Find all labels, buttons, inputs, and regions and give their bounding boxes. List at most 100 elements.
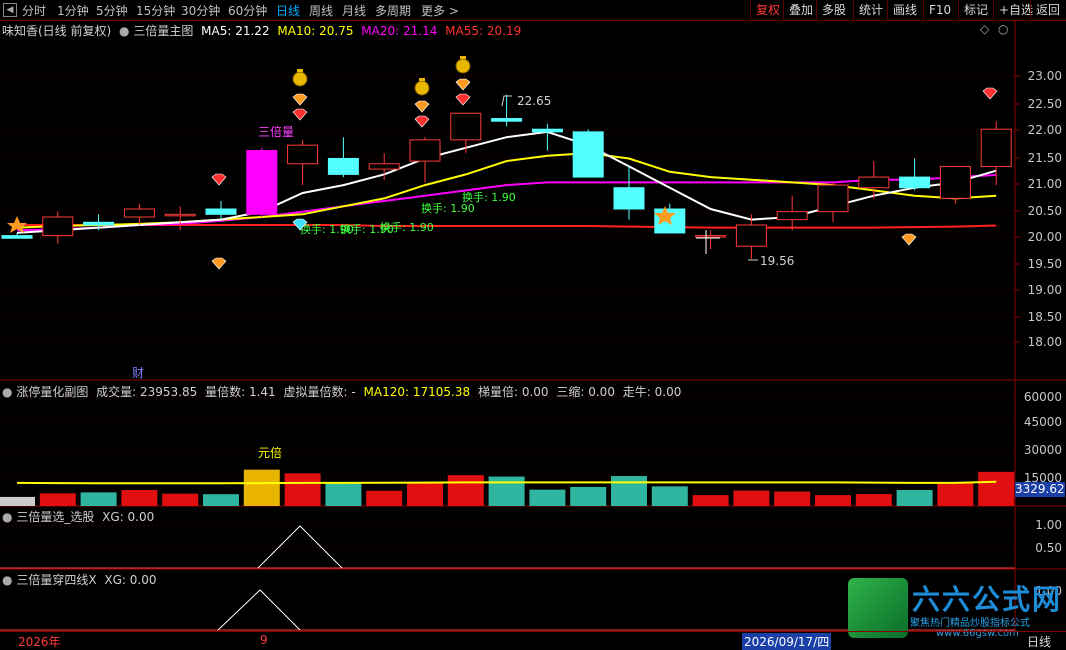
xg1-axis-1: 1.00 bbox=[1035, 518, 1062, 532]
volume-bar bbox=[488, 476, 525, 506]
volume-bar bbox=[937, 482, 974, 506]
price-tick-label: 23.00 bbox=[1027, 69, 1062, 83]
candle-body bbox=[613, 187, 645, 210]
candle-body bbox=[491, 118, 523, 122]
volume-bar bbox=[447, 475, 484, 506]
volume-tick-label: 60000 bbox=[1023, 390, 1062, 404]
price-tick-label: 22.00 bbox=[1027, 123, 1062, 137]
money-bag-icon bbox=[455, 58, 471, 74]
sanbei-label: 三倍量 bbox=[258, 124, 294, 139]
ladder-value: 梯量倍: 0.00 bbox=[477, 385, 549, 399]
volume-bar bbox=[325, 483, 362, 506]
ma55-line bbox=[17, 224, 997, 229]
volume-bar bbox=[815, 495, 851, 506]
gem-icon bbox=[292, 93, 308, 106]
candle-body bbox=[327, 157, 359, 175]
panel-collapse-icon[interactable]: ● bbox=[2, 385, 12, 399]
gem-icon bbox=[211, 257, 227, 270]
gem-icon bbox=[211, 173, 227, 186]
volume-bar bbox=[284, 473, 321, 506]
volume-bar bbox=[80, 492, 117, 506]
cursor-date: 2026/09/17/四 bbox=[742, 633, 832, 650]
volume-bar bbox=[366, 490, 403, 506]
candle-body bbox=[205, 208, 237, 215]
price-tick-label: 20.50 bbox=[1027, 204, 1062, 218]
candle-body bbox=[858, 176, 890, 189]
xg2-title[interactable]: 三倍量穿四线X bbox=[16, 573, 96, 587]
gem-icon bbox=[455, 78, 471, 91]
candle-body bbox=[980, 128, 1012, 167]
time-axis: 2026年 9 2026/09/17/四 日线 bbox=[0, 631, 1066, 650]
xg2-panel-header: ● 三倍量穿四线X XG: 0.00 bbox=[2, 571, 156, 588]
gem-icon bbox=[292, 108, 308, 121]
volume-bar bbox=[121, 490, 158, 506]
ma120-value: MA120: 17105.38 bbox=[363, 385, 471, 399]
candle-body bbox=[572, 131, 604, 178]
low-price-label: 19.56 bbox=[760, 254, 794, 268]
price-tick-label: 20.00 bbox=[1027, 230, 1062, 244]
vol-indicator-name[interactable]: 涨停量化副图 bbox=[16, 385, 88, 399]
volume-bar bbox=[529, 489, 566, 506]
volume-bar bbox=[774, 491, 811, 506]
candlestick-chart[interactable]: 22.6519.56三倍量换手: 1.90换手: 1.90换手: 1.90换手:… bbox=[0, 0, 1066, 649]
volume-bar bbox=[39, 493, 76, 506]
price-tick-label: 18.00 bbox=[1027, 335, 1062, 349]
candle-body bbox=[123, 208, 155, 218]
candle-body bbox=[450, 112, 482, 141]
year-label: 2026年 bbox=[18, 635, 61, 649]
high-price-label: 22.65 bbox=[517, 94, 551, 108]
candle-body bbox=[1, 235, 33, 239]
volume-cursor-badge: 3329.62 bbox=[1015, 482, 1065, 497]
month-label: 9 bbox=[260, 633, 268, 647]
shrink-value: 三缩: 0.00 bbox=[556, 385, 615, 399]
watermark-slogan: 聚焦热门精品炒股指标公式 bbox=[910, 618, 1030, 629]
candle-body bbox=[164, 213, 196, 217]
gem-icon bbox=[982, 87, 998, 100]
money-bag-icon bbox=[292, 71, 308, 87]
money-bag-icon bbox=[297, 69, 303, 72]
period-label[interactable]: 日线 bbox=[1027, 633, 1051, 650]
volume-bar bbox=[162, 493, 199, 506]
panel-collapse-icon[interactable]: ● bbox=[2, 510, 12, 524]
candle-body bbox=[939, 165, 971, 199]
vol-ma120-line bbox=[16, 480, 997, 485]
xg1-signal-peak bbox=[257, 525, 343, 569]
panel-collapse-icon[interactable]: ● bbox=[2, 573, 12, 587]
volume-tick-label: 45000 bbox=[1023, 415, 1062, 429]
candle-body bbox=[368, 163, 400, 170]
candle-body bbox=[409, 139, 441, 162]
ratio-value: 量倍数: 1.41 bbox=[205, 385, 276, 399]
virtual-value: 虚拟量倍数: - bbox=[283, 385, 356, 399]
volume-bar bbox=[692, 495, 729, 506]
candle-body bbox=[83, 221, 115, 226]
volume-bar bbox=[978, 471, 1015, 506]
money-bag-icon bbox=[460, 56, 466, 59]
volume-tick-label: 30000 bbox=[1023, 443, 1062, 457]
price-tick-label: 22.50 bbox=[1027, 97, 1062, 111]
volume-value: 成交量: 23953.85 bbox=[96, 385, 198, 399]
finance-marker: 财 bbox=[132, 366, 144, 380]
volume-bar bbox=[0, 496, 35, 506]
volume-bar bbox=[407, 483, 443, 506]
candle-body bbox=[817, 184, 849, 213]
candle-body bbox=[695, 235, 727, 238]
gem-icon bbox=[414, 100, 430, 113]
money-bag-icon bbox=[414, 80, 430, 96]
candle-body bbox=[735, 224, 767, 247]
volume-panel-header: ● 涨停量化副图 成交量: 23953.85 量倍数: 1.41 虚拟量倍数: … bbox=[2, 383, 681, 400]
xg1-title[interactable]: 三倍量选_选股 bbox=[16, 510, 94, 524]
price-tick-label: 19.00 bbox=[1027, 283, 1062, 297]
volume-bar bbox=[203, 494, 239, 506]
price-tick-label: 18.50 bbox=[1027, 310, 1062, 324]
yuanbei-label: 元倍 bbox=[258, 445, 282, 460]
volume-bar bbox=[896, 490, 933, 506]
price-tick-label: 21.00 bbox=[1027, 177, 1062, 191]
candle-body bbox=[246, 149, 278, 215]
candle-body bbox=[42, 216, 74, 237]
volume-bar bbox=[855, 494, 892, 506]
money-bag-icon bbox=[419, 78, 425, 81]
xg2-signal-peak bbox=[217, 589, 301, 631]
volume-bar bbox=[651, 486, 688, 506]
price-tick-label: 21.50 bbox=[1027, 151, 1062, 165]
xg1-axis-05: 0.50 bbox=[1035, 541, 1062, 555]
